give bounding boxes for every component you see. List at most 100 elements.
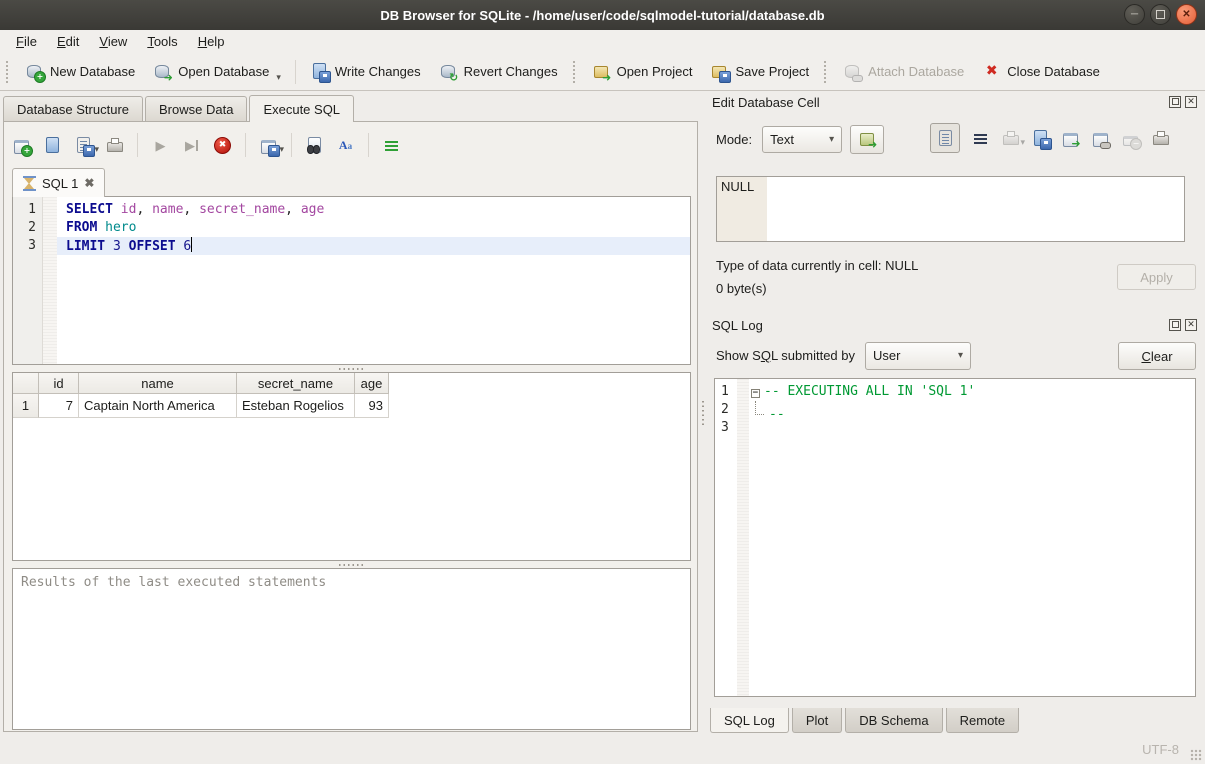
menu-help[interactable]: Help [188,32,235,51]
sql1-tab-close-icon[interactable]: ✖ [84,176,94,190]
new-database-icon: + [25,62,44,81]
maximize-button[interactable] [1150,4,1171,25]
edit-cell-float-icon[interactable] [1169,96,1181,108]
sql-log-view[interactable]: 1 2 3 −-- EXECUTING ALL IN 'SQL 1' -- [714,378,1196,697]
mode-select[interactable]: Text ▾ [762,126,842,153]
menu-tools[interactable]: Tools [137,32,187,51]
fold-connector [755,401,764,415]
sql-line-1: SELECT id, name, secret_name, age [57,201,690,219]
minimize-button[interactable]: ─ [1124,4,1145,25]
menu-edit[interactable]: Edit [47,32,89,51]
clear-button[interactable]: Clear [1118,342,1196,370]
toolbar-drag-handle[interactable] [6,61,10,83]
save-project-button[interactable]: Save Project [701,57,818,87]
cell-type-info: Type of data currently in cell: NULL [716,258,918,273]
tab-database-structure[interactable]: Database Structure [3,96,143,121]
submitter-select[interactable]: User ▾ [865,342,971,370]
encoding-indicator[interactable]: UTF-8 [1142,742,1179,757]
corner-header[interactable] [13,373,39,394]
line-number-gutter: 1 2 3 [13,197,43,364]
column-header-age[interactable]: age [355,373,389,394]
results-message-pane[interactable]: Results of the last executed statements [12,568,691,730]
stop-button[interactable]: ✖ [213,136,232,155]
cell-size-info: 0 byte(s) [716,281,767,296]
open-sql-file-button[interactable] [43,136,62,155]
table-row[interactable]: 1 7 Captain North America Esteban Rogeli… [13,394,690,418]
log-fold-margin [737,379,749,696]
save-project-icon [710,62,729,81]
close-database-label: Close Database [1007,64,1100,79]
open-database-dropdown-icon[interactable]: ▾ [276,72,281,87]
tab-db-schema[interactable]: DB Schema [845,708,942,733]
import-file-button[interactable]: ➜ [1061,129,1080,148]
open-database-label: Open Database [178,64,269,79]
auto-apply-icon: ➜ [858,130,877,149]
apply-format-button[interactable]: ➜ [850,125,884,154]
column-header-secret-name[interactable]: secret_name [237,373,355,394]
cell-age[interactable]: 93 [355,394,389,418]
save-sql-file-button[interactable]: ▾ [74,136,93,155]
execute-all-button[interactable]: ▶ [151,136,170,155]
save-results-button[interactable]: ▾ [259,136,278,155]
close-database-button[interactable]: ✖ Close Database [973,57,1109,87]
main-vertical-splitter[interactable] [699,95,707,732]
set-null-button: − [1121,129,1140,148]
menu-file[interactable]: File [6,32,47,51]
main-toolbar: + New Database ➜ Open Database ▾ Write C… [0,53,1205,91]
sql1-tab[interactable]: SQL 1 ✖ [12,168,105,197]
menu-view[interactable]: View [89,32,137,51]
attach-database-label: Attach Database [868,64,964,79]
find-button[interactable] [305,136,324,155]
cell-id[interactable]: 7 [39,394,79,418]
editor-results-splitter[interactable] [12,366,691,371]
results-message-splitter[interactable] [12,562,691,567]
column-header-name[interactable]: name [79,373,237,394]
sql-log-dock-header[interactable]: SQL Log ✕ [712,315,1197,335]
edit-cell-close-icon[interactable]: ✕ [1185,96,1197,108]
fold-minus-icon[interactable]: − [751,389,760,398]
results-grid[interactable]: id name secret_name age 1 7 Captain Nort… [12,372,691,561]
submitter-value: User [873,348,900,363]
edit-cell-mode-row: Mode: Text ▾ ➜ [716,124,884,154]
new-sql-tab-button[interactable]: + [12,136,31,155]
tab-execute-sql[interactable]: Execute SQL [249,95,354,122]
format-sql-button[interactable]: Aa [336,136,355,155]
cell-secret-name[interactable]: Esteban Rogelios [237,394,355,418]
word-wrap-button[interactable] [382,136,401,155]
toolbar-drag-handle[interactable] [573,61,577,83]
open-project-button[interactable]: ➜ Open Project [583,57,702,87]
sql-log-float-icon[interactable] [1169,319,1181,331]
tab-remote[interactable]: Remote [946,708,1020,733]
tab-browse-data[interactable]: Browse Data [145,96,247,121]
sql-editor[interactable]: 1 2 3 SELECT id, name, secret_name, age … [12,196,691,365]
sql-code[interactable]: SELECT id, name, secret_name, age FROM h… [57,197,690,364]
toolbar-separator [295,60,296,84]
tab-plot[interactable]: Plot [792,708,842,733]
new-database-button[interactable]: + New Database [16,57,144,87]
print-sql-button[interactable] [105,136,124,155]
log-line-2: -- [749,401,1195,419]
export-file-button[interactable] [1091,129,1110,148]
window-controls: ─ ✕ [1124,4,1197,25]
edit-cell-dock-header[interactable]: Edit Database Cell ✕ [712,92,1197,112]
cell-name[interactable]: Captain North America [79,394,237,418]
cell-editor[interactable]: NULL [716,176,1185,242]
revert-changes-label: Revert Changes [464,64,558,79]
column-header-id[interactable]: id [39,373,79,394]
execute-line-button[interactable]: ▶ [182,136,201,155]
titlebar[interactable]: DB Browser for SQLite - /home/user/code/… [0,0,1205,31]
open-project-icon: ➜ [592,62,611,81]
write-changes-button[interactable]: Write Changes [301,57,430,87]
execute-sql-panel: + ▾ ▶ ▶ ✖ ▾ Aa SQL 1 ✖ [3,121,698,732]
toolbar-drag-handle[interactable] [824,61,828,83]
sql-log-close-icon[interactable]: ✕ [1185,319,1197,331]
revert-changes-button[interactable]: ↻ Revert Changes [430,57,567,87]
word-wrap-button[interactable] [971,129,990,148]
open-database-button[interactable]: ➜ Open Database ▾ [144,57,290,87]
tab-sql-log[interactable]: SQL Log [710,708,789,733]
save-as-button[interactable] [1031,129,1050,148]
print-cell-button[interactable] [1151,129,1170,148]
resize-grip[interactable] [1190,749,1202,761]
close-button[interactable]: ✕ [1176,4,1197,25]
text-mode-button[interactable] [930,123,960,153]
